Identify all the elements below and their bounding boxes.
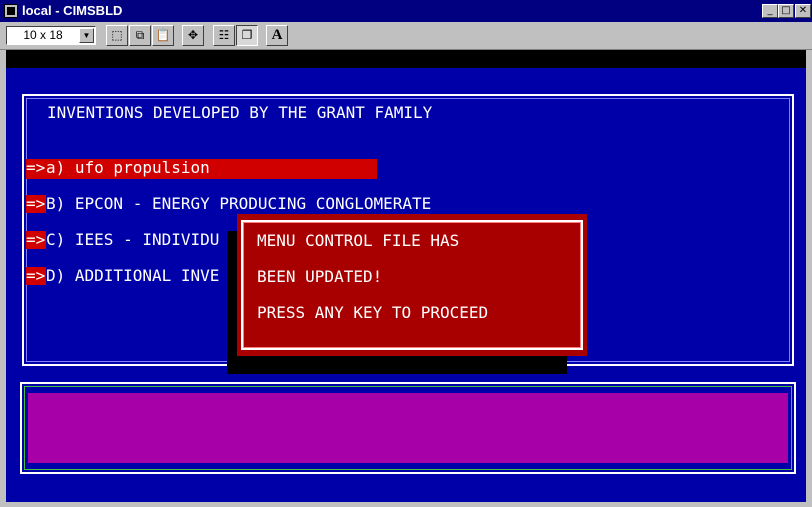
app-icon[interactable] [4,4,18,18]
menu-heading: INVENTIONS DEVELOPED BY THE GRANT FAMILY [47,103,433,122]
selection-arrow: => [26,230,46,249]
title-bar[interactable]: local - CIMSBLD _ □ ✕ [0,0,812,22]
properties-icon[interactable]: ☷ [213,25,235,46]
console-screen[interactable]: INVENTIONS DEVELOPED BY THE GRANT FAMILY… [6,50,806,502]
chevron-down-icon[interactable]: ▼ [79,28,94,43]
background-icon[interactable]: ❐ [236,25,258,46]
menu-item-label: B) EPCON - ENERGY PRODUCING CONGLOMERATE [46,194,432,213]
window-title: local - CIMSBLD [22,3,123,18]
popup-line-1: MENU CONTROL FILE HAS [257,231,460,250]
menu-item-label: D) ADDITIONAL INVE [46,266,220,285]
menu-item-label: C) IEES - INDIVIDU [46,230,220,249]
menu-item-ufo-propulsion[interactable]: => a) ufo propulsion [26,159,377,179]
selection-arrow: => [26,194,46,213]
status-box [20,382,796,474]
maximize-button[interactable]: □ [778,4,794,18]
font-size-select[interactable]: 10 x 18 ▼ [6,26,96,45]
status-fill [28,393,788,463]
font-size-value: 10 x 18 [23,28,63,42]
copy-icon[interactable]: ⧉ [129,25,151,46]
message-popup[interactable]: MENU CONTROL FILE HAS BEEN UPDATED! PRES… [237,214,587,356]
minimize-button[interactable]: _ [762,4,778,18]
mark-icon[interactable]: ⬚ [106,25,128,46]
toolbar: 10 x 18 ▼ ⬚ ⧉ 📋 ✥ ☷ ❐ A [0,22,812,50]
popup-line-3: PRESS ANY KEY TO PROCEED [257,303,489,322]
close-button[interactable]: ✕ [795,4,811,18]
console-top-bar [6,50,806,68]
menu-item-label: a) ufo propulsion [46,158,210,177]
fullscreen-icon[interactable]: ✥ [182,25,204,46]
selection-arrow: => [26,158,46,177]
font-icon[interactable]: A [266,25,288,46]
popup-line-2: BEEN UPDATED! [257,267,383,286]
selection-arrow: => [26,266,46,285]
paste-icon[interactable]: 📋 [152,25,174,46]
